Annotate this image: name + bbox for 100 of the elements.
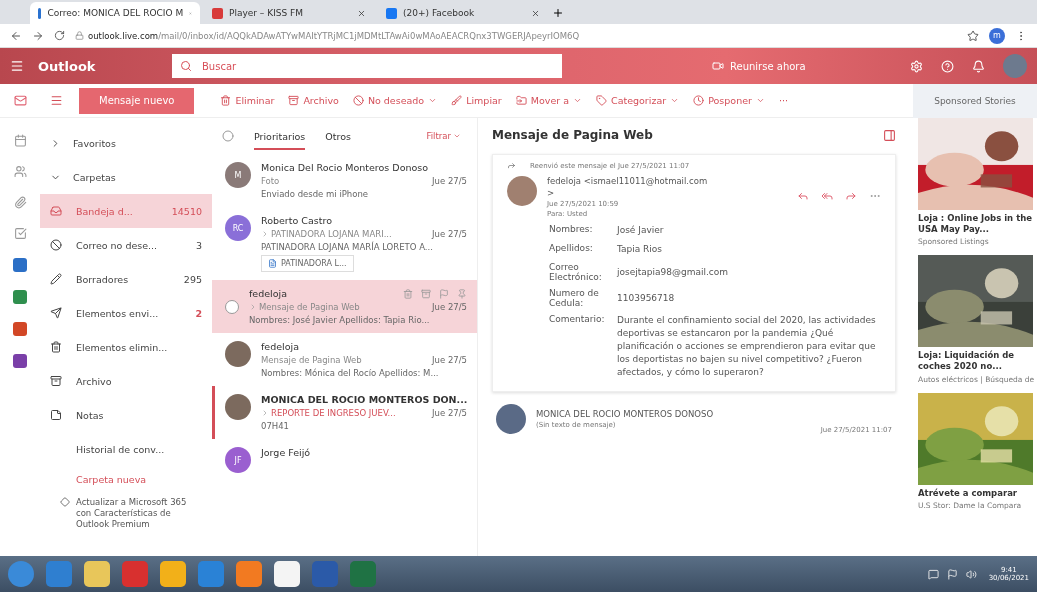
more-button[interactable]: ···: [778, 95, 788, 106]
toolbar-button[interactable]: Mover a: [515, 95, 582, 106]
checkbox-icon[interactable]: [13, 227, 27, 240]
message-item[interactable]: fedeloja Mensaje de Pagina Web Jue 27/5 Nombres: Mónica del Rocío Apellidos: M...: [212, 333, 477, 386]
field-value: Tapia Rios: [617, 243, 664, 257]
app-icon[interactable]: [13, 354, 27, 368]
brush-icon: [451, 95, 463, 106]
chevron-down-icon: [428, 96, 438, 105]
people-icon[interactable]: [13, 165, 27, 178]
taskbar-app-icon[interactable]: [274, 561, 300, 587]
browser-tab[interactable]: (20+) Facebook: [378, 2, 548, 24]
filter-button[interactable]: Filtrar: [420, 130, 467, 142]
toolbar-button[interactable]: Limpiar: [451, 95, 502, 106]
message-icon[interactable]: [927, 568, 939, 580]
app-icon[interactable]: [13, 322, 27, 336]
folder-item[interactable]: Elementos envi... 2: [40, 296, 212, 330]
field-value: Durante el confinamiento social del 2020, las actividades deportivas se estancaron por la pandemia ¿Qué planificación o acciones se emprendieron para evitar que los deportistas no bajen su nivel competitivo? ¿Fueron afectados, y cómo lo superaron?: [617, 314, 877, 380]
folder-item[interactable]: Borradores 295: [40, 262, 212, 296]
forward-icon[interactable]: [845, 190, 857, 202]
field-label: Nombres:: [549, 224, 594, 234]
mail-icon[interactable]: [13, 94, 27, 107]
bell-icon[interactable]: [972, 59, 985, 73]
message-item[interactable]: fedeloja Mensaje de Pagina Web Jue 27/5 Nombres: José Javier Apellidos: Tapia Rio...: [212, 280, 477, 333]
sender-avatar: JF: [225, 447, 251, 473]
close-icon[interactable]: [357, 8, 366, 18]
forward-icon[interactable]: [32, 29, 44, 42]
junk-icon: [50, 239, 62, 251]
volume-icon[interactable]: [965, 568, 977, 580]
app-icon[interactable]: [13, 290, 27, 304]
message-item[interactable]: JF Jorge Feijó: [212, 439, 477, 481]
folder-group[interactable]: Carpetas: [40, 160, 212, 194]
search-box[interactable]: Buscar: [172, 54, 562, 78]
profile-avatar[interactable]: m: [989, 27, 1005, 44]
new-tab-icon[interactable]: [552, 7, 564, 19]
chevron-down-icon: [453, 132, 461, 140]
toolbar-button[interactable]: Eliminar: [220, 95, 275, 106]
app-icon[interactable]: [13, 258, 27, 272]
message-subject: Mensaje de Pagina Web: [492, 128, 653, 142]
new-folder-link[interactable]: Carpeta nueva: [40, 466, 212, 497]
reply-all-icon[interactable]: [821, 190, 833, 202]
browser-tab[interactable]: Correo: MONICA DEL ROCIO M: [30, 2, 200, 24]
folder-item[interactable]: Elementos elimin...: [40, 330, 212, 364]
clock-icon: [693, 95, 705, 106]
ad-title[interactable]: Atrévete a comparar: [918, 487, 1033, 499]
address-field[interactable]: outlook.live.com/mail/0/inbox/id/AQQkADAwATYwMAItYTRjMC1jMDMtLTAwAi0wMAoAEACRQnx3TWGERJApeyrIOM6Q: [75, 30, 957, 41]
delete-icon: [220, 95, 232, 106]
ads-header: Sponsored Stories: [913, 83, 1037, 118]
toolbar-button[interactable]: No deseado: [352, 95, 438, 106]
folder-item[interactable]: Historial de conv...: [40, 432, 212, 466]
forwarded-icon: [261, 409, 269, 417]
field-value: José Javier: [617, 224, 665, 237]
menu-icon[interactable]: [50, 94, 63, 107]
reply-icon[interactable]: [797, 190, 809, 202]
taskbar-app-icon[interactable]: [236, 561, 262, 587]
select-all-icon[interactable]: [222, 130, 234, 142]
archive-icon: [288, 95, 300, 106]
back-icon[interactable]: [10, 29, 22, 42]
toolbar-button[interactable]: Posponer: [693, 95, 765, 106]
archive-icon[interactable]: [421, 288, 431, 299]
folder-item[interactable]: Notas: [40, 398, 212, 432]
tag-icon: [596, 95, 607, 106]
delete-icon[interactable]: [403, 288, 413, 299]
field-value: 1103956718: [617, 291, 676, 305]
settings-icon[interactable]: [910, 59, 923, 73]
browser-tab[interactable]: Player – KISS FM: [204, 2, 374, 24]
sender-avatar: M: [225, 162, 251, 188]
close-icon[interactable]: [531, 8, 540, 18]
ad-title[interactable]: Loja: Liquidación de coches 2020 no...: [918, 350, 1033, 372]
calendar-icon[interactable]: [13, 134, 27, 147]
list-tab[interactable]: Otros: [325, 122, 351, 150]
help-icon[interactable]: [941, 59, 954, 73]
message-item[interactable]: M Monica Del Rocio Monteros Donoso Foto Jue 27/5 Enviado desde mi iPhone: [212, 154, 477, 207]
field-label: Numero de Cedula:: [549, 288, 600, 309]
reload-icon[interactable]: [54, 30, 65, 41]
paperclip-icon[interactable]: [13, 196, 27, 209]
folder-item[interactable]: Archivo: [40, 364, 212, 398]
field-label: Apellidos:: [549, 243, 594, 254]
panel-icon[interactable]: [883, 128, 896, 142]
list-tab[interactable]: Prioritarios: [254, 122, 306, 150]
select-radio[interactable]: [225, 299, 239, 314]
toolbar-button[interactable]: Categorizar: [596, 95, 680, 106]
start-icon[interactable]: [8, 561, 34, 587]
folder-item[interactable]: Correo no dese... 3: [40, 228, 212, 262]
message-item[interactable]: MONICA DEL ROCIO MONTEROS DON... REPORTE DE INGRESO JUEV... Jue 27/5 07H41: [212, 386, 477, 439]
search-icon: [180, 60, 192, 72]
pin-icon[interactable]: [457, 288, 467, 299]
sender-avatar: RC: [225, 215, 251, 241]
folder-group[interactable]: Favoritos: [40, 126, 212, 160]
taskbar-app-icon[interactable]: [160, 561, 186, 587]
ad-title[interactable]: Loja : Online Jobs in the USA May Pay...: [918, 213, 1033, 235]
star-icon[interactable]: [967, 29, 979, 42]
upgrade-link[interactable]: Actualizar a Microsoft 365 con Características de Outlook Premium: [76, 497, 192, 531]
message-item[interactable]: RC Roberto Castro PATINADORA LOJANA MARI... Jue 27/5 PATINADORA LOJANA MARÍA LORETO A... PATINADORA L...: [212, 207, 477, 280]
attachment-chip[interactable]: PATINADORA L...: [261, 255, 354, 272]
pencil-icon: [50, 273, 62, 285]
toolbar-button[interactable]: Archivo: [288, 95, 339, 106]
field-label: Comentario:: [549, 314, 606, 325]
flag-icon[interactable]: [946, 568, 958, 580]
taskbar-app-icon[interactable]: [84, 561, 110, 587]
app-launcher-icon[interactable]: [10, 59, 24, 73]
